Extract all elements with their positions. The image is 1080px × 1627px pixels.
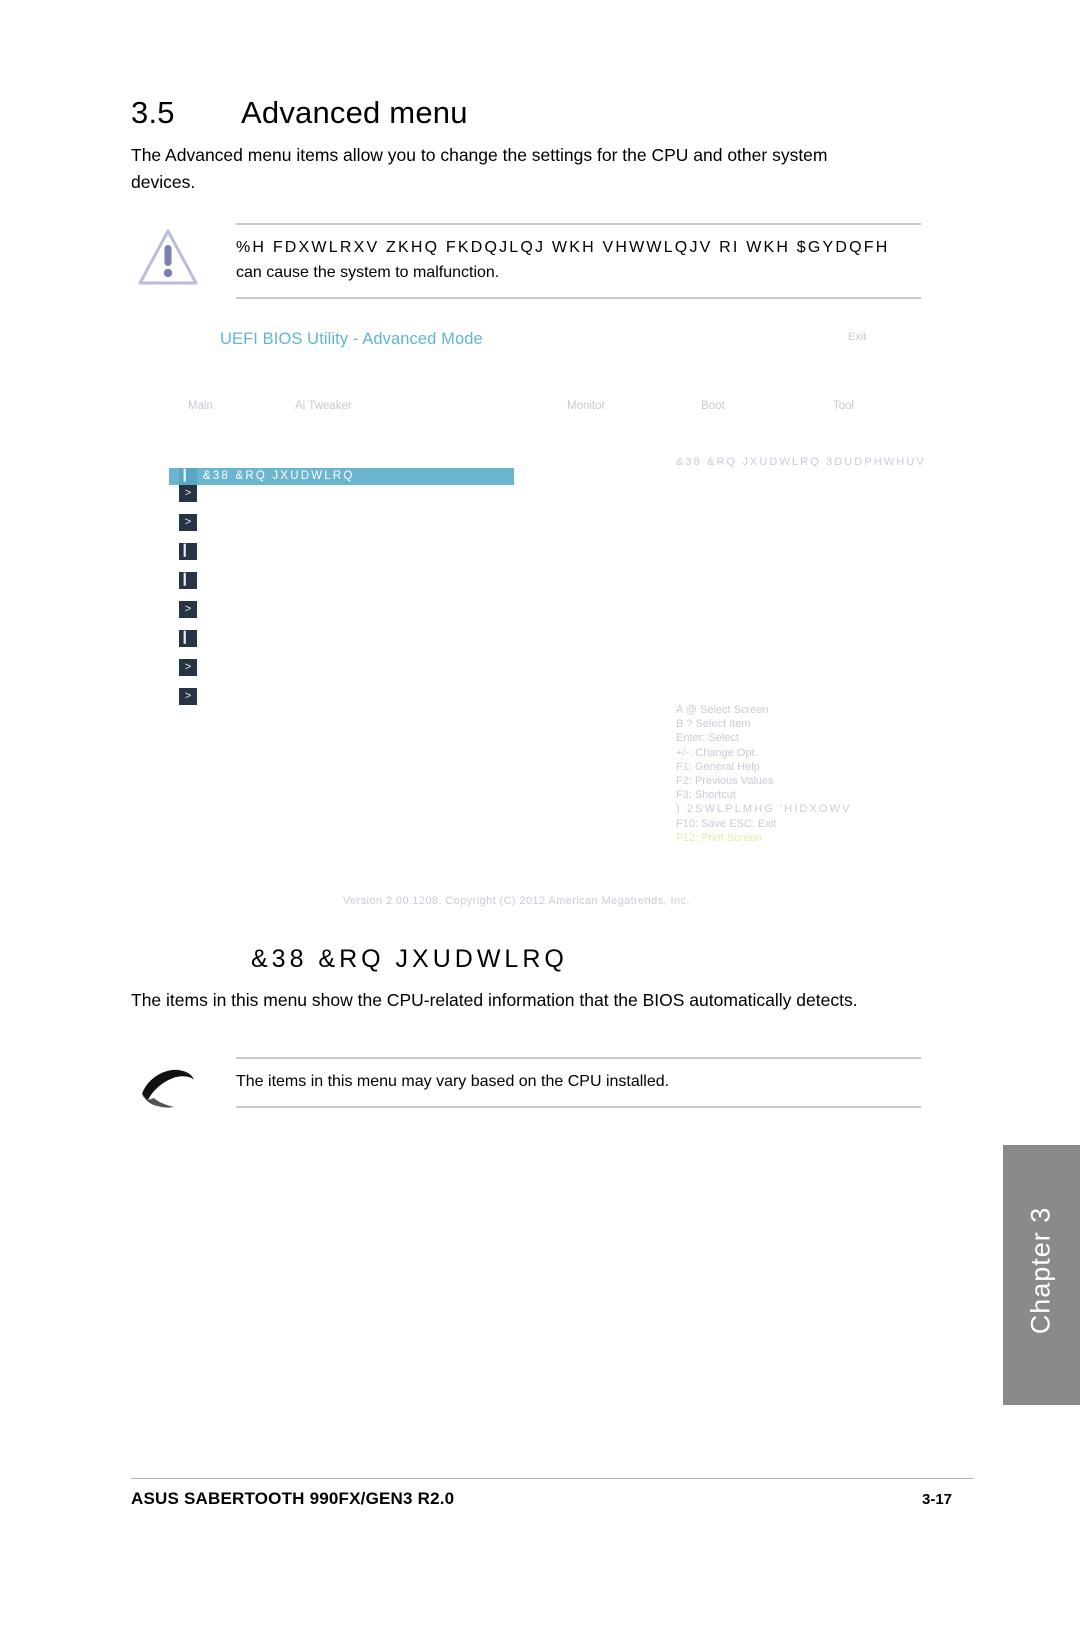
- footer-product-name: ASUS SABERTOOTH 990FX/GEN3 R2.0: [131, 1489, 455, 1508]
- warning-line-2: can cause the system to malfunction.: [236, 264, 500, 281]
- bios-exit-button[interactable]: Exit: [848, 331, 866, 343]
- section-title: Advanced menu: [241, 95, 468, 130]
- chevron-right-icon: >: [179, 688, 197, 705]
- chapter-tab: Chapter 3: [1003, 1145, 1080, 1405]
- bios-key-legend: A @ Select Screen B ? Select Item Enter:…: [676, 703, 852, 845]
- callout-bottom-rule: [236, 297, 921, 299]
- note-text: The items in this menu may vary based on…: [236, 1073, 670, 1090]
- tab-monitor[interactable]: Monitor: [567, 400, 605, 412]
- menu-item-bullet-icon: ▎: [179, 543, 197, 560]
- bios-version-footer: Version 2.00.1208. Copyright (C) 2012 Am…: [343, 895, 690, 907]
- chevron-right-icon: >: [179, 485, 197, 502]
- section-intro-text: The Advanced menu items allow you to cha…: [131, 145, 828, 192]
- menu-item-row-7[interactable]: ▎: [169, 630, 519, 659]
- tab-boot[interactable]: Boot: [701, 400, 725, 412]
- menu-item-row-9[interactable]: >: [169, 688, 519, 717]
- subsection-heading: &38 &RQ JXUDWLRQ: [251, 945, 568, 973]
- chapter-tab-label: Chapter 3: [1025, 1206, 1056, 1335]
- menu-item-label: &38 &RQ JXUDWLRQ: [203, 470, 355, 482]
- warning-line-1: %H FDXWLRXV ZKHQ FKDQJLQJ WKH VHWWLQJV R…: [236, 239, 890, 256]
- tab-tool[interactable]: Tool: [833, 400, 854, 412]
- chevron-right-icon: >: [179, 601, 197, 618]
- key-f5-optimized-defaults: ) 2SWLPLMHG 'HIDXOWV: [676, 803, 852, 816]
- menu-item-row-6[interactable]: >: [169, 601, 519, 630]
- chevron-right-icon: >: [179, 659, 197, 676]
- key-f12-print-screen: F12: Print Screen: [676, 831, 762, 844]
- menu-item-row-3[interactable]: >: [169, 514, 519, 543]
- key-f1-general-help: F1: General Help: [676, 760, 760, 773]
- bios-screenshot: UEFI BIOS Utility - Advanced Mode Exit M…: [163, 318, 943, 918]
- footer-divider: [131, 1478, 974, 1479]
- warning-triangle-icon: [137, 228, 199, 286]
- note-callout: The items in this menu may vary based on…: [236, 1057, 921, 1108]
- key-select-item: B ? Select Item: [676, 718, 751, 731]
- key-enter-select: Enter: Select: [676, 732, 739, 745]
- chevron-right-icon: >: [179, 514, 197, 531]
- page-title: 3.5 Advanced menu: [131, 95, 951, 131]
- bios-menu-list: ▎ &38 &RQ JXUDWLRQ > > ▎ ▎ > ▎ > >: [169, 468, 519, 717]
- menu-item-row-4[interactable]: ▎: [169, 543, 519, 572]
- menu-item-bullet-icon: ▎: [179, 630, 197, 647]
- key-select-screen: A @ Select Screen: [676, 704, 769, 716]
- footer-page-number: 3-17: [922, 1491, 953, 1508]
- menu-item-bullet-icon: ▎: [179, 572, 197, 589]
- note-bottom-rule: [236, 1106, 921, 1108]
- hand-pointer-icon: [136, 1064, 198, 1110]
- menu-item-row-5[interactable]: ▎: [169, 572, 519, 601]
- bios-utility-title: UEFI BIOS Utility - Advanced Mode: [220, 330, 483, 348]
- warning-callout: %H FDXWLRXV ZKHQ FKDQJLQJ WKH VHWWLQJV R…: [236, 223, 921, 299]
- section-number: 3.5: [131, 95, 175, 130]
- key-f10-save-esc-exit: F10: Save ESC: Exit: [676, 817, 777, 830]
- menu-item-row-2[interactable]: >: [169, 485, 519, 514]
- menu-item-row-8[interactable]: >: [169, 659, 519, 688]
- bios-help-panel-title: &38 &RQ JXUDWLRQ 3DUDPHWHUV: [676, 456, 926, 468]
- tab-main[interactable]: Main: [188, 400, 213, 412]
- tab-ai-tweaker[interactable]: Ai Tweaker: [295, 400, 352, 412]
- menu-item-bullet-icon: ▎: [179, 468, 197, 485]
- subsection-body-text: The items in this menu show the CPU-rela…: [131, 990, 858, 1010]
- key-f3-shortcut: F3: Shortcut: [676, 789, 736, 802]
- key-f2-previous-values: F2: Previous Values: [676, 775, 774, 788]
- bios-tab-bar: Main Ai Tweaker Monitor Boot Tool: [163, 400, 943, 420]
- menu-item-cpu-configuration[interactable]: ▎ &38 &RQ JXUDWLRQ: [169, 468, 514, 485]
- key-change-opt: +/-: Change Opt.: [676, 746, 758, 759]
- warning-text-body: %H FDXWLRXV ZKHQ FKDQJLQJ WKH VHWWLQJV R…: [236, 225, 921, 297]
